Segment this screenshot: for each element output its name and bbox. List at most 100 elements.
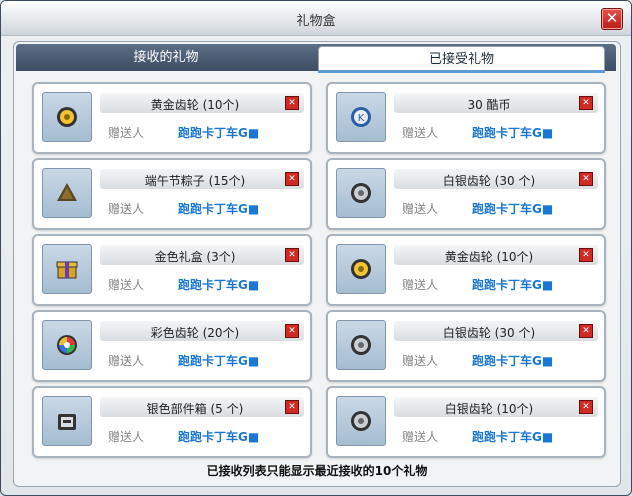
sender-label: 赠送人 [108,202,145,216]
sender-name: 跑跑卡丁车G■ [472,202,554,216]
gold-gear-icon [57,107,77,127]
sender-name: 跑跑卡丁车G■ [472,354,554,368]
parts-box-icon [58,414,76,430]
gift-name: 30 酷币 [467,98,511,112]
gift-name: 白银齿轮 (10个) [444,402,534,416]
gift-name: 端午节粽子 (15个) [144,174,246,188]
sender-label: 赠送人 [108,126,145,140]
svg-text:K: K [358,113,365,124]
delete-icon: ✕ [582,98,590,108]
gift-name: 白银齿轮 (30 个) [442,326,536,340]
gift-thumbnail [336,396,386,446]
gift-name: 黄金齿轮 (10个) [150,98,240,112]
delete-icon: ✕ [288,250,296,260]
close-icon: ✕ [605,9,619,27]
gift-name-bar: 金色礼盒 (3个) ✕ [100,245,304,265]
sender-label: 赠送人 [402,278,439,292]
tab-received-gifts[interactable]: 接收的礼物 [16,44,316,71]
delete-button[interactable]: ✕ [579,96,593,110]
sender-label: 赠送人 [402,430,439,444]
gift-card: 银色部件箱 (5 个) ✕ 赠送人 跑跑卡丁车G■ [32,386,312,458]
delete-icon: ✕ [288,98,296,108]
gift-thumbnail [42,396,92,446]
delete-button[interactable]: ✕ [579,172,593,186]
gift-name: 彩色齿轮 (20个) [150,326,240,340]
gold-gear-icon [351,259,371,279]
gift-thumbnail [336,320,386,370]
sender-name: 跑跑卡丁车G■ [178,202,260,216]
silver-gear-icon [351,411,371,431]
coin-icon: K [351,107,371,127]
gift-name-bar: 黄金齿轮 (10个) ✕ [394,245,598,265]
delete-icon: ✕ [288,326,296,336]
gift-box-window: 礼物盒 ✕ 接收的礼物 已接受礼物 黄金齿轮 (10个) ✕ 赠送人 跑跑卡丁车… [0,0,632,496]
tab-accepted-gifts[interactable]: 已接受礼物 [318,46,605,72]
gift-card: 白银齿轮 (30 个) ✕ 赠送人 跑跑卡丁车G■ [326,158,606,230]
sender-label: 赠送人 [402,354,439,368]
gift-thumbnail [42,244,92,294]
sender-name: 跑跑卡丁车G■ [178,278,260,292]
sender-label: 赠送人 [402,126,439,140]
delete-button[interactable]: ✕ [285,324,299,338]
delete-icon: ✕ [582,326,590,336]
sender-name: 跑跑卡丁车G■ [472,430,554,444]
sender-label: 赠送人 [108,430,145,444]
gift-card: 白银齿轮 (30 个) ✕ 赠送人 跑跑卡丁车G■ [326,310,606,382]
delete-icon: ✕ [288,402,296,412]
delete-icon: ✕ [288,174,296,184]
sender-label: 赠送人 [402,202,439,216]
footer-note: 已接收列表只能显示最近接收的10个礼物 [206,464,428,478]
gift-thumbnail [336,168,386,218]
gift-card: 黄金齿轮 (10个) ✕ 赠送人 跑跑卡丁车G■ [32,82,312,154]
sender-name: 跑跑卡丁车G■ [178,430,260,444]
gift-card: 彩色齿轮 (20个) ✕ 赠送人 跑跑卡丁车G■ [32,310,312,382]
delete-button[interactable]: ✕ [579,324,593,338]
sender-name: 跑跑卡丁车G■ [178,126,260,140]
gift-thumbnail [42,168,92,218]
gift-name-bar: 银色部件箱 (5 个) ✕ [100,397,304,417]
delete-icon: ✕ [582,402,590,412]
gift-name: 黄金齿轮 (10个) [444,250,534,264]
gift-thumbnail [42,320,92,370]
delete-button[interactable]: ✕ [579,400,593,414]
window-title: 礼物盒 [296,14,336,29]
gift-card: 白银齿轮 (10个) ✕ 赠送人 跑跑卡丁车G■ [326,386,606,458]
silver-gear-icon [351,183,371,203]
gift-card: 黄金齿轮 (10个) ✕ 赠送人 跑跑卡丁车G■ [326,234,606,306]
gift-name-bar: 彩色齿轮 (20个) ✕ [100,321,304,341]
gift-name: 金色礼盒 (3个) [154,250,236,264]
gift-name-bar: 黄金齿轮 (10个) ✕ [100,93,304,113]
sender-name: 跑跑卡丁车G■ [472,126,554,140]
gift-name-bar: 白银齿轮 (30 个) ✕ [394,169,598,189]
gift-thumbnail: K [336,92,386,142]
gift-name: 白银齿轮 (30 个) [442,174,536,188]
delete-icon: ✕ [582,174,590,184]
sender-label: 赠送人 [108,278,145,292]
delete-button[interactable]: ✕ [285,172,299,186]
rainbow-gear-icon [57,335,77,355]
delete-button[interactable]: ✕ [285,248,299,262]
delete-button[interactable]: ✕ [285,400,299,414]
delete-button[interactable]: ✕ [285,96,299,110]
title-bar: 礼物盒 ✕ [1,1,631,36]
gift-panel: 接收的礼物 已接受礼物 黄金齿轮 (10个) ✕ 赠送人 跑跑卡丁车G■ 端午节… [13,41,621,487]
gift-card: 端午节粽子 (15个) ✕ 赠送人 跑跑卡丁车G■ [32,158,312,230]
gift-name-bar: 白银齿轮 (30 个) ✕ [394,321,598,341]
gift-name-bar: 30 酷币 ✕ [394,93,598,113]
sender-label: 赠送人 [108,354,145,368]
sender-name: 跑跑卡丁车G■ [178,354,260,368]
rice-dumpling-icon [57,183,77,201]
delete-icon: ✕ [582,250,590,260]
delete-button[interactable]: ✕ [579,248,593,262]
close-button[interactable]: ✕ [601,8,623,30]
gift-card: K 30 酷币 ✕ 赠送人 跑跑卡丁车G■ [326,82,606,154]
gift-thumbnail [336,244,386,294]
tab-bar: 接收的礼物 已接受礼物 [16,44,616,73]
silver-gear-icon [351,335,371,355]
gift-box-icon [56,261,78,279]
active-tab-indicator [318,70,605,73]
sender-name: 跑跑卡丁车G■ [472,278,554,292]
gift-thumbnail [42,92,92,142]
gift-name-bar: 白银齿轮 (10个) ✕ [394,397,598,417]
gift-name: 银色部件箱 (5 个) [146,402,244,416]
